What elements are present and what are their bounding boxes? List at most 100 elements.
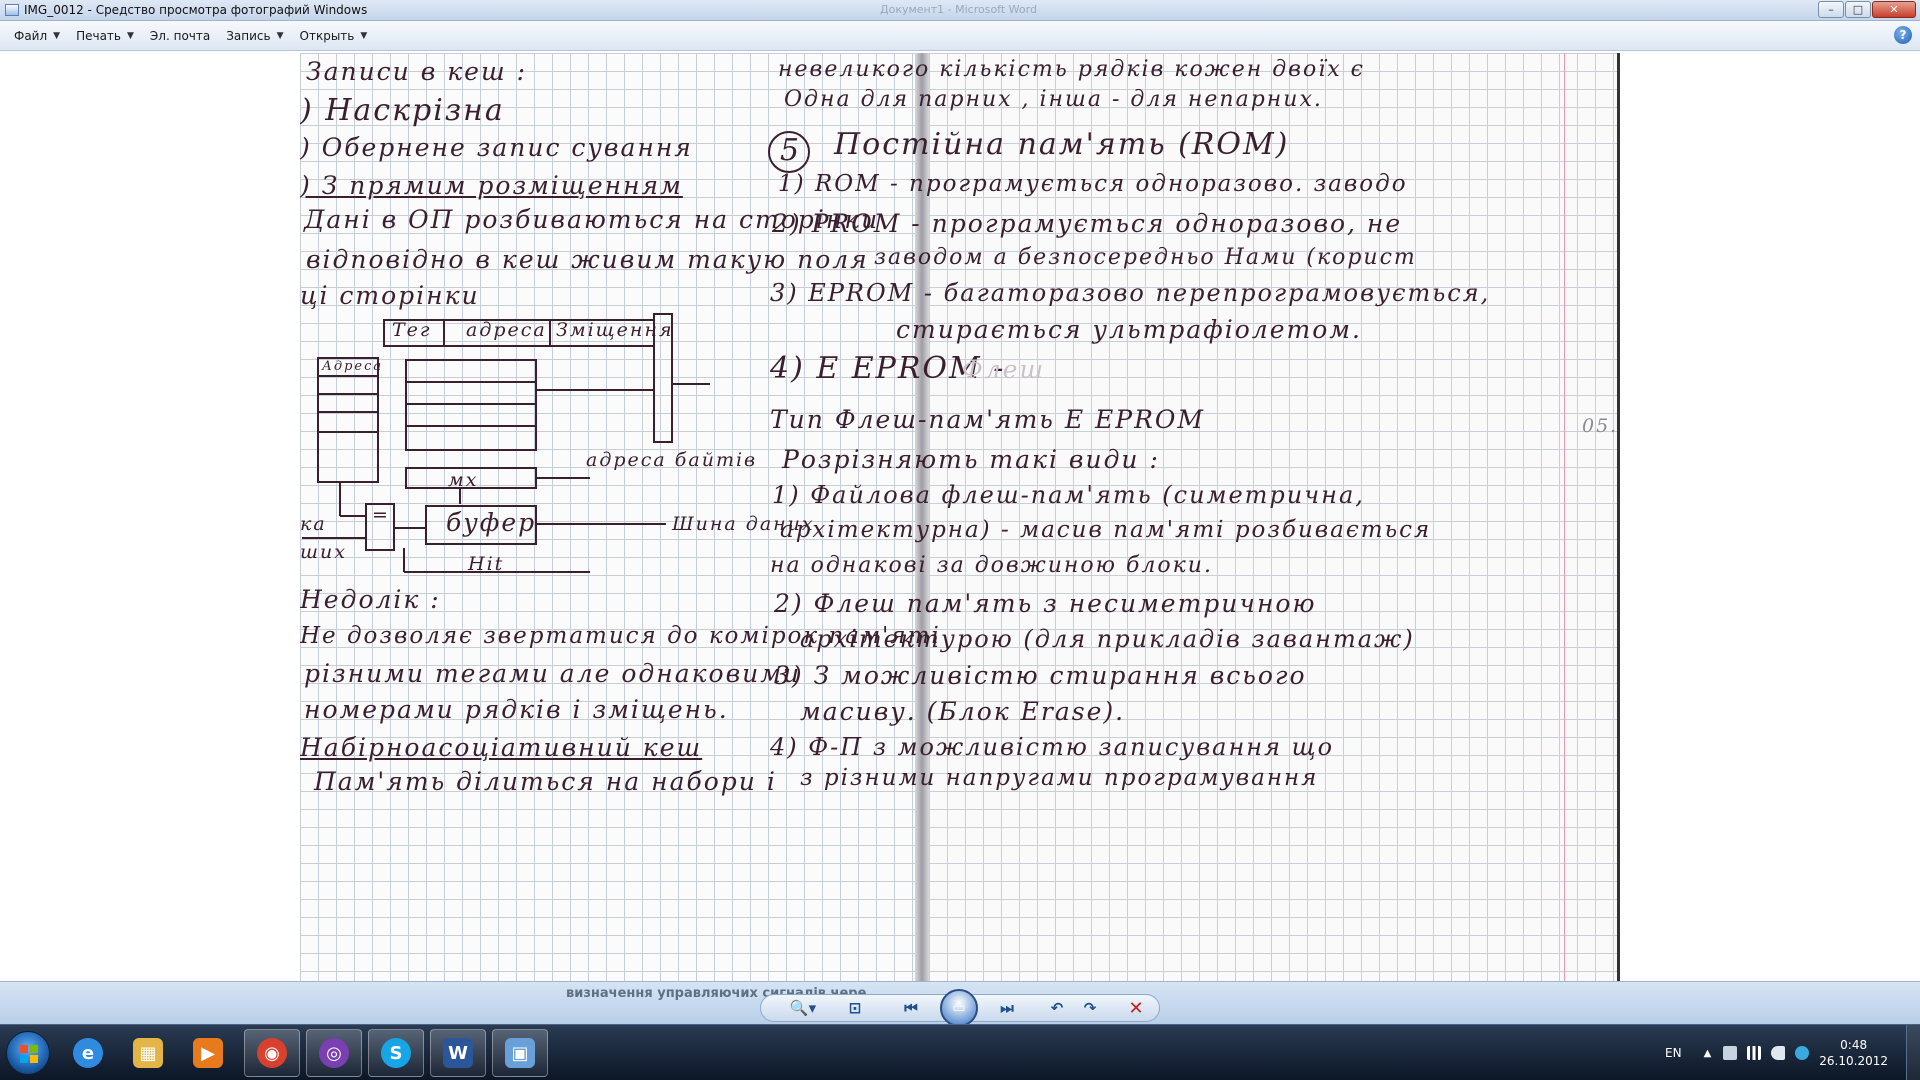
right-line-16: 2) Флеш пам'ять з несиметричною [774,589,1317,618]
photo-viewer-icon [5,4,19,16]
menu-file-label: Файл [14,28,48,43]
right-line-11: Тип Флеш-пам'ять E EPROM [770,405,1206,434]
photo-viewer-icon: ▣ [505,1038,535,1068]
minimize-button[interactable]: – [1818,1,1844,18]
right-line-8: 3) EPROM - багаторазово перепрограмовуєт… [770,279,1491,307]
right-line-19: масиву. (Блок Erase). [800,697,1126,726]
diagram-label-hit: Hit [468,553,505,575]
taskbar-tor[interactable]: ◎ [306,1029,362,1077]
menu-email[interactable]: Эл. почта [142,25,218,47]
title-bar: IMG_0012 - Средство просмотра фотографий… [0,0,1920,21]
diagram-label-ka: ка [300,513,327,535]
start-button[interactable] [6,1031,50,1075]
right-line-5: 1) ROM - програмується одноразово. завод… [778,171,1408,197]
left-line-7: ці сторінки [300,281,480,310]
right-line-12: Розрізняють такі види : [782,445,1160,474]
right-line-20: 4) Ф-П з можливістю записування що [770,733,1335,761]
left-line-11: номерами рядків і зміщень. [304,695,729,724]
right-line-17: архітектурою (для прикладів завантаж) [800,625,1415,653]
viewer-toolbar: визначення управляючих сигналів чере... … [0,981,1920,1027]
bluetooth-icon[interactable] [1795,1046,1810,1060]
right-line-15: на однакові за довжиною блоки. [770,553,1213,578]
menu-print[interactable]: Печать ▼ [68,25,142,47]
margin-note: 05.10 [1582,415,1619,437]
faint-text: Флеш [962,355,1046,384]
menu-open-label: Открыть [299,28,355,43]
diagram-field-address: адреса [466,319,547,341]
rotate-ccw-button[interactable]: ↶ [1045,996,1069,1020]
chevron-down-icon: ▼ [360,30,368,41]
taskbar-word[interactable]: W [430,1029,486,1077]
folder-icon: ▦ [133,1038,163,1068]
word-icon: W [443,1038,473,1068]
menu-print-label: Печать [76,28,121,43]
volume-icon[interactable] [1771,1046,1786,1060]
taskbar: e ▦ ▶ ◉ ◎ S W ▣ EN ▲ 0:48 26.10.2012 [0,1024,1920,1080]
right-line-14: архітектурна) - масив пам'яті розбиваєть… [780,517,1432,543]
chevron-down-icon: ▼ [276,30,284,41]
system-tray: EN ▲ 0:48 26.10.2012 [1665,1025,1920,1080]
maximize-button[interactable]: □ [1845,1,1871,18]
show-hidden-icons-button[interactable]: ▲ [1704,1048,1712,1059]
internet-explorer-icon: e [73,1038,103,1068]
media-player-icon: ▶ [193,1038,223,1068]
diagram-label-ship: ших [300,541,347,563]
clock-date: 26.10.2012 [1819,1054,1888,1068]
right-line-7: заводом а безпосередньо Нами (корист [874,245,1417,270]
rotate-cw-button[interactable]: ↷ [1078,996,1102,1020]
taskbar-chrome[interactable]: ◉ [244,1029,300,1077]
skype-icon: S [381,1038,411,1068]
zoom-button[interactable]: 🔍▾ [786,996,820,1020]
right-line-9: стирається ультрафіолетом. [896,315,1362,344]
left-line-2: ) Наскрізна [300,93,505,128]
menu-bar: Файл ▼ Печать ▼ Эл. почта Запись ▼ Откры… [0,21,1920,51]
next-button[interactable]: ⏭ [995,996,1019,1020]
chevron-down-icon: ▼ [53,30,61,41]
slideshow-button[interactable]: ▭ [940,989,978,1027]
window-controls: – □ ✕ [1818,1,1916,18]
windows-logo-icon [20,1045,38,1063]
action-center-icon[interactable] [1723,1046,1738,1060]
taskbar-media-player[interactable]: ▶ [180,1029,236,1077]
menu-file[interactable]: Файл ▼ [6,25,68,47]
clock-time: 0:48 [1840,1038,1868,1052]
taskbar-explorer[interactable]: ▦ [120,1029,176,1077]
close-button[interactable]: ✕ [1872,1,1916,18]
show-desktop-button[interactable] [1906,1025,1920,1080]
previous-button[interactable]: ⏮ [899,996,923,1020]
right-line-21: з різними напругами програмування [800,765,1319,791]
background-window-title: Документ1 - Microsoft Word [880,3,1037,16]
window-title: IMG_0012 - Средство просмотра фотографий… [24,3,368,17]
left-line-6: відповідно в кеш живим такую поля [306,245,869,274]
language-indicator[interactable]: EN [1665,1046,1682,1060]
left-line-8: Недолік : [300,585,441,614]
clock[interactable]: 0:48 26.10.2012 [1819,1037,1888,1069]
delete-button[interactable]: ✕ [1124,996,1148,1020]
menu-burn-label: Запись [226,28,271,43]
taskbar-photo-viewer[interactable]: ▣ [492,1029,548,1077]
diagram-label-buffer: буфер [446,508,537,537]
left-line-10: різними тегами але однаковими [304,659,802,688]
right-line-18: 3) З можливістю стирання всього [774,661,1307,690]
right-line-4: Постійна пам'ять (ROM) [834,127,1290,162]
right-line-13: 1) Файлова флеш-пам'ять (симетрична, [772,481,1365,509]
menu-email-label: Эл. почта [149,28,211,43]
menu-burn[interactable]: Запись ▼ [218,25,291,47]
taskbar-internet-explorer[interactable]: e [60,1029,116,1077]
diagram-field-tag: Тег [392,319,432,341]
fit-to-window-button[interactable]: ⊡ [843,996,867,1020]
right-line-2: Одна для парних , інша - для непарних. [784,87,1323,112]
chrome-icon: ◉ [257,1038,287,1068]
menu-open[interactable]: Открыть ▼ [292,25,376,47]
left-line-3: ) Обернене запис сування [300,133,693,162]
taskbar-skype[interactable]: S [368,1029,424,1077]
network-signal-icon[interactable] [1747,1046,1762,1060]
right-line-3: 5 [780,133,802,168]
left-line-13: Пам'ять ділиться на набори і [314,767,777,796]
right-line-1: невеликого кількість рядків кожен двоїх … [778,57,1365,82]
help-icon[interactable]: ? [1894,26,1912,44]
left-line-12: Набірноасоціативний кеш [300,733,703,762]
left-line-4: ) З прямим розміщенням [300,171,683,200]
diagram-label-address: Адреса [322,359,384,374]
notebook-photo: Записи в кеш : ) Наскрізна ) Обернене за… [300,53,1620,983]
